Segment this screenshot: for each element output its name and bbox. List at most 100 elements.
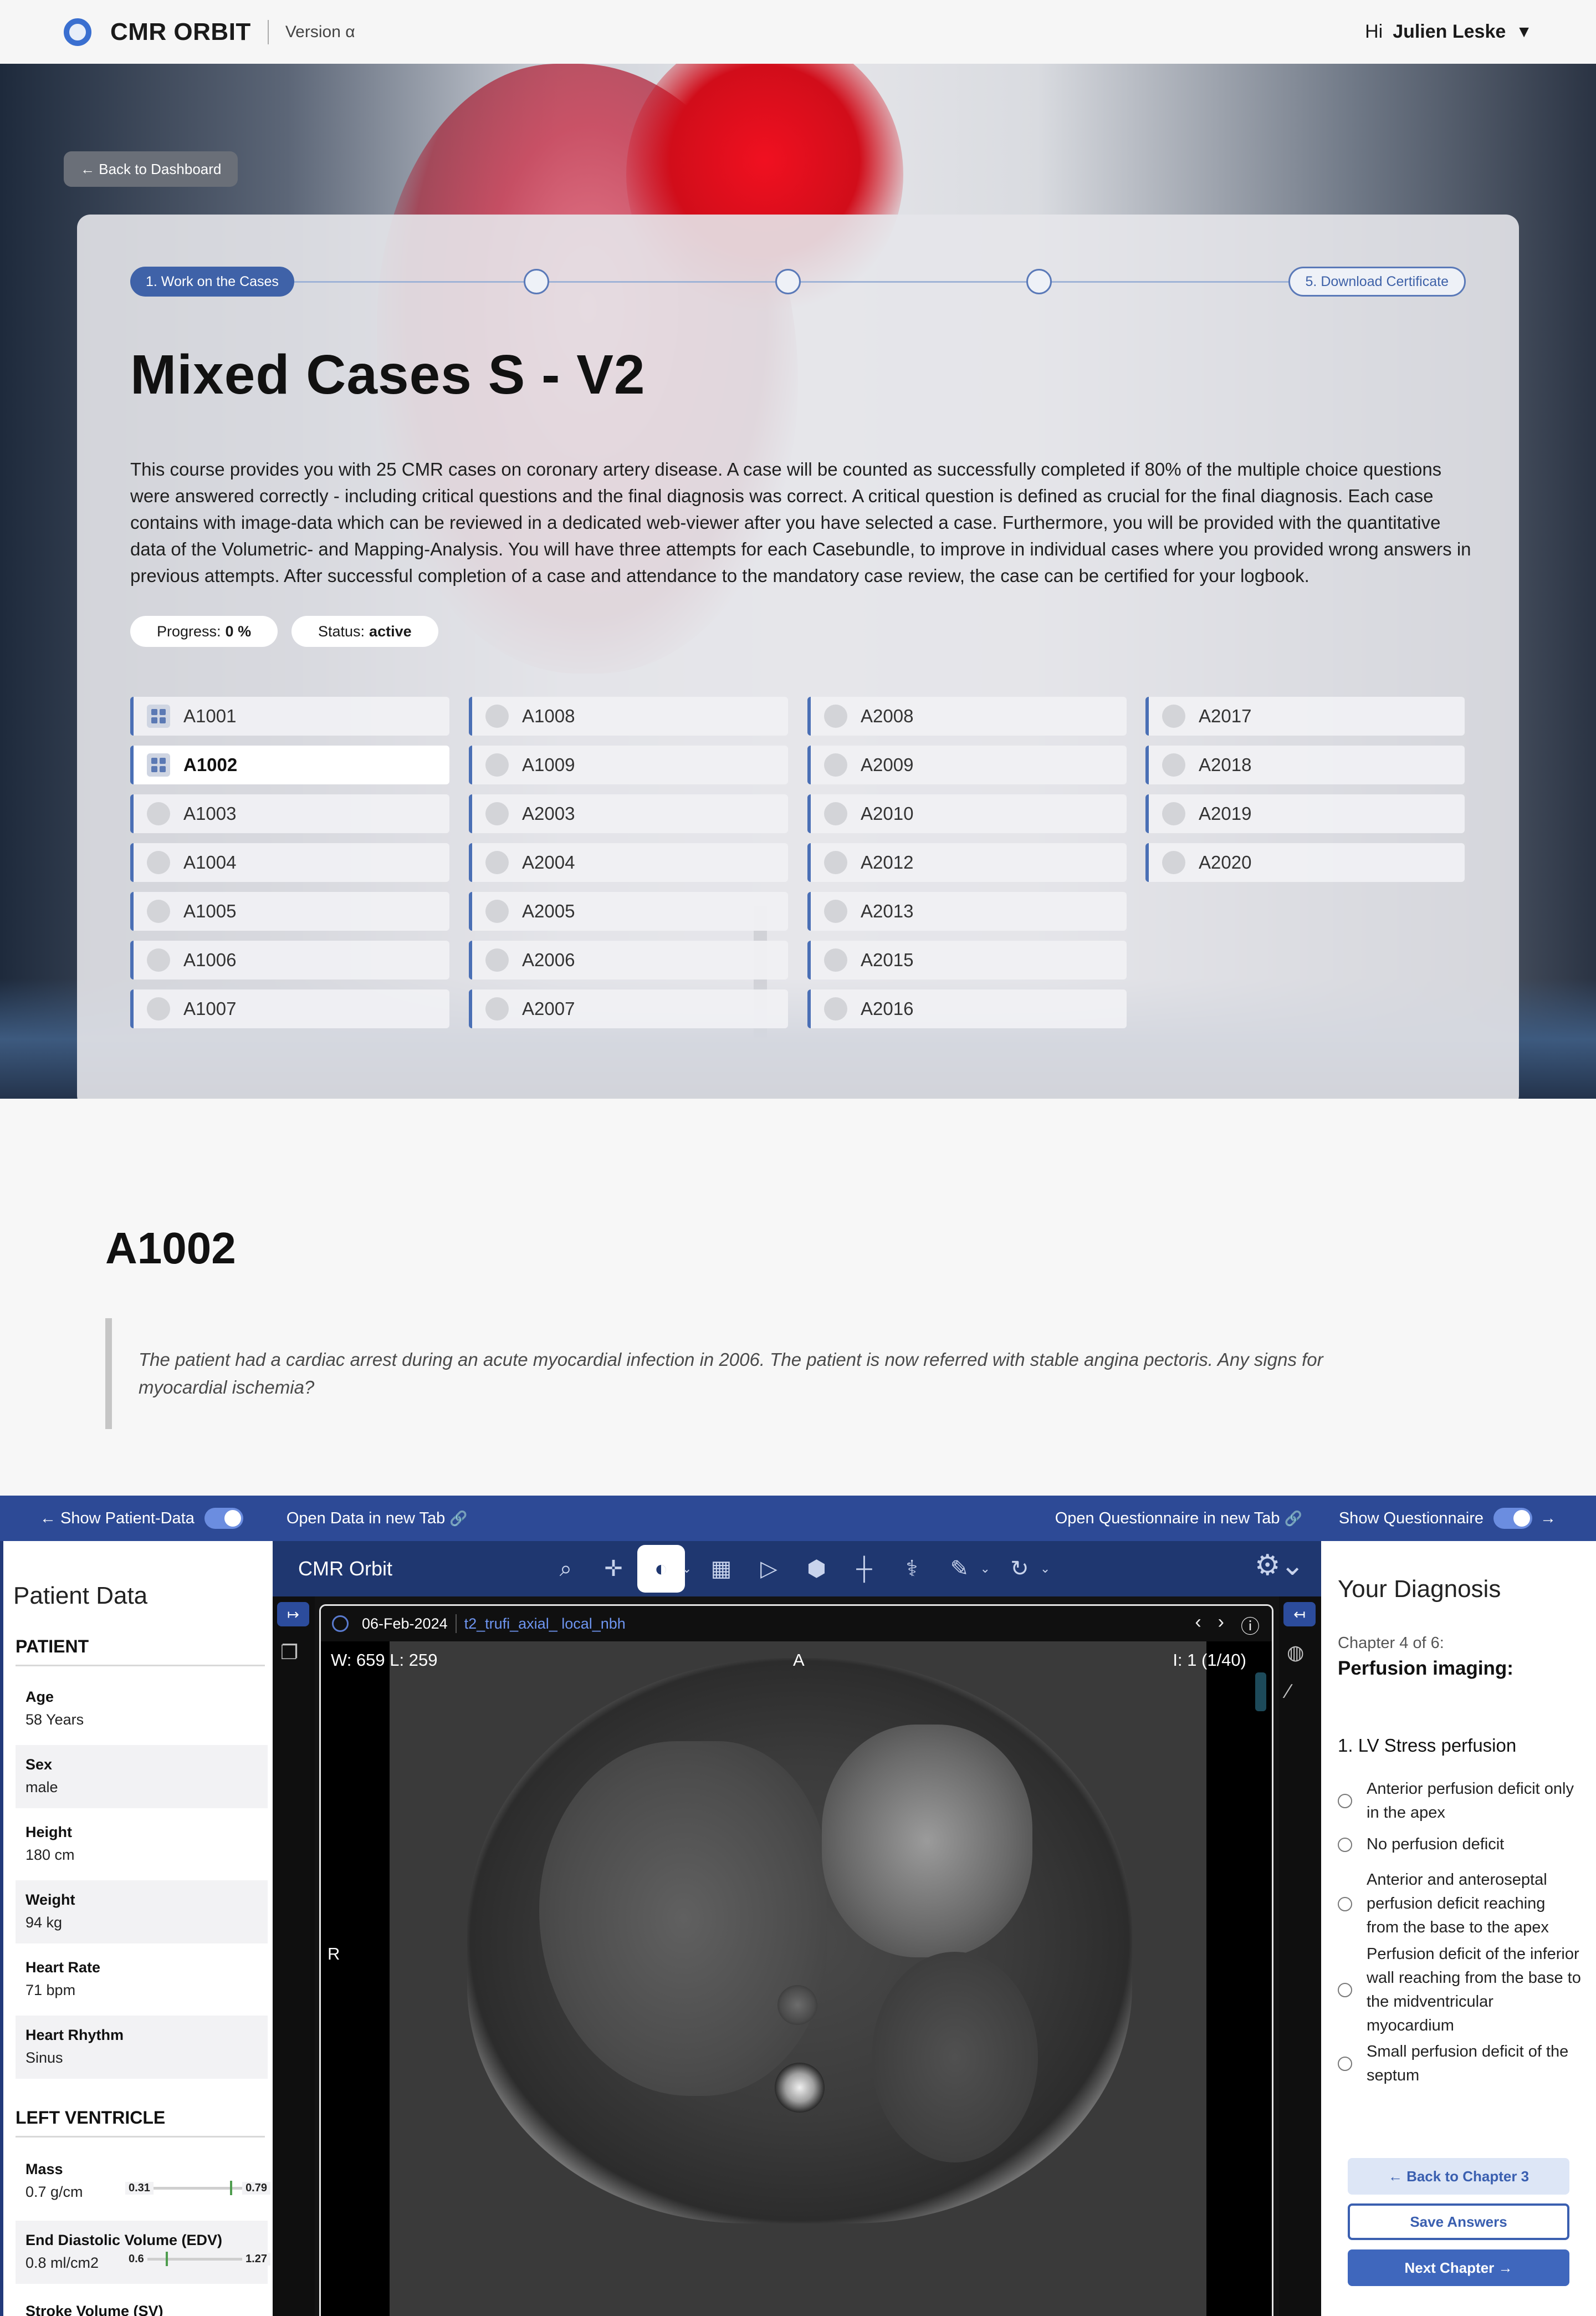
radio-button[interactable]: [1338, 2057, 1352, 2071]
rotate-icon[interactable]: ↻: [996, 1545, 1043, 1593]
case-item[interactable]: A1001: [130, 697, 449, 736]
case-item[interactable]: A1004: [130, 843, 449, 882]
caret-down-icon[interactable]: ▼: [1516, 23, 1532, 42]
step-4-dot[interactable]: [1026, 269, 1052, 294]
segmentation-icon[interactable]: ◍: [1287, 1641, 1304, 1664]
chevron-down-icon[interactable]: ⌄: [980, 1562, 990, 1576]
crosshair-icon[interactable]: ┼: [840, 1545, 888, 1593]
step-3-dot[interactable]: [775, 269, 801, 294]
chevron-right-icon[interactable]: ›: [1218, 1611, 1224, 1639]
case-item[interactable]: A2019: [1145, 794, 1465, 833]
step-2-dot[interactable]: [524, 269, 549, 294]
case-item[interactable]: A2010: [807, 794, 1127, 833]
open-questionnaire-tab-label[interactable]: Open Questionnaire in new Tab: [1055, 1509, 1280, 1528]
patient-data-toggle[interactable]: [204, 1508, 243, 1529]
play-icon[interactable]: ▷: [745, 1545, 792, 1593]
back-to-chapter-button[interactable]: ← Back to Chapter 3: [1348, 2158, 1569, 2195]
user-menu[interactable]: Hi Julien Leske ▼: [1365, 0, 1532, 64]
step-5-download-certificate[interactable]: 5. Download Certificate: [1288, 267, 1466, 297]
case-item[interactable]: A2016: [807, 989, 1127, 1028]
chevron-left-icon[interactable]: ‹: [1195, 1611, 1201, 1639]
copy-icon[interactable]: ❐: [280, 1641, 298, 1664]
case-item[interactable]: A1008: [469, 697, 788, 736]
show-questionnaire-toggle-group[interactable]: Show Questionnaire →: [1339, 1508, 1556, 1529]
case-item[interactable]: A2008: [807, 697, 1127, 736]
open-data-tab-link[interactable]: Open Data in new Tab 🔗: [287, 1509, 468, 1528]
status-badge: Status: active: [291, 616, 438, 647]
case-item[interactable]: A1006: [130, 941, 449, 980]
ruler-icon[interactable]: ∕: [1287, 1680, 1290, 1703]
answer-label[interactable]: Perfusion deficit of the inferior wall r…: [1367, 1942, 1582, 2038]
case-status-icon: [824, 997, 847, 1021]
step-1-work-on-cases[interactable]: 1. Work on the Cases: [130, 267, 294, 297]
save-answers-button[interactable]: Save Answers: [1348, 2203, 1569, 2240]
expand-right-panel-icon[interactable]: ↤: [1283, 1602, 1316, 1626]
open-questionnaire-tab-link[interactable]: Open Questionnaire in new Tab 🔗: [1055, 1509, 1302, 1528]
case-item[interactable]: A2013: [807, 892, 1127, 931]
measure-icon[interactable]: ✎: [935, 1545, 983, 1593]
answer-option[interactable]: No perfusion deficit: [1338, 1833, 1582, 1856]
row-value: 58 Years: [25, 1711, 84, 1728]
answer-option[interactable]: Anterior perfusion deficit only in the a…: [1338, 1777, 1582, 1825]
expand-left-panel-icon[interactable]: ↦: [277, 1602, 309, 1626]
show-patient-data-toggle-group[interactable]: ← Show Patient-Data: [40, 1508, 243, 1529]
next-chapter-button[interactable]: Next Chapter →: [1348, 2249, 1569, 2286]
radio-button[interactable]: [1338, 1983, 1352, 1997]
brand-name[interactable]: CMR ORBIT: [110, 18, 251, 46]
case-item[interactable]: A1003: [130, 794, 449, 833]
course-card: 1. Work on the Cases 5. Download Certifi…: [77, 215, 1519, 1099]
contrast-icon[interactable]: ◐: [637, 1545, 685, 1593]
range-low: 0.31: [125, 2181, 154, 2195]
case-item[interactable]: A2018: [1145, 746, 1465, 784]
answer-label[interactable]: Anterior perfusion deficit only in the a…: [1367, 1777, 1582, 1825]
case-item[interactable]: A2006: [469, 941, 788, 980]
radio-button[interactable]: [1338, 1794, 1352, 1808]
case-item[interactable]: A2015: [807, 941, 1127, 980]
slice-scrollbar[interactable]: [1255, 1672, 1266, 1711]
case-status-icon: [147, 851, 170, 874]
chevron-down-icon[interactable]: ⌄: [1040, 1562, 1050, 1576]
user-name[interactable]: Julien Leske: [1393, 21, 1506, 43]
search-icon[interactable]: ⌕: [542, 1545, 590, 1593]
case-item[interactable]: A1002: [130, 746, 449, 784]
radio-button[interactable]: [1338, 1896, 1352, 1911]
case-item[interactable]: A2012: [807, 843, 1127, 882]
viewport[interactable]: 06-Feb-2024 t2_trufi_axial_ local_nbh ‹ …: [319, 1604, 1273, 2316]
hero-section: ← Back to Dashboard 1. Work on the Cases…: [0, 64, 1596, 1099]
sync-icon[interactable]: [332, 1615, 349, 1632]
layout-icon[interactable]: ▦: [697, 1545, 745, 1593]
open-data-tab-label[interactable]: Open Data in new Tab: [287, 1509, 445, 1528]
show-patient-data-label[interactable]: ← Show Patient-Data: [40, 1509, 195, 1528]
answer-label[interactable]: Small perfusion deficit of the septum: [1367, 2040, 1582, 2088]
radio-button[interactable]: [1338, 1837, 1352, 1852]
case-item[interactable]: A1009: [469, 746, 788, 784]
viewport-header: 06-Feb-2024 t2_trufi_axial_ local_nbh ‹ …: [321, 1606, 1272, 1641]
probe-icon[interactable]: ⚕: [888, 1545, 935, 1593]
settings-icon[interactable]: ⚙⌄: [1255, 1549, 1305, 1582]
answer-option[interactable]: Perfusion deficit of the inferior wall r…: [1338, 1942, 1582, 2038]
answer-label[interactable]: Anterior and anteroseptal perfusion defi…: [1367, 1868, 1582, 1940]
case-item[interactable]: A2003: [469, 794, 788, 833]
case-item[interactable]: A1005: [130, 892, 449, 931]
series-name[interactable]: t2_trufi_axial_ local_nbh: [464, 1615, 626, 1633]
case-item[interactable]: A2007: [469, 989, 788, 1028]
mri-image[interactable]: [390, 1641, 1206, 2316]
case-item[interactable]: A2017: [1145, 697, 1465, 736]
status-label: Status:: [318, 623, 365, 640]
case-item[interactable]: A2005: [469, 892, 788, 931]
back-to-dashboard-button[interactable]: ← Back to Dashboard: [64, 151, 238, 187]
questionnaire-toggle[interactable]: [1493, 1508, 1532, 1529]
case-item[interactable]: A1007: [130, 989, 449, 1028]
case-item[interactable]: A2004: [469, 843, 788, 882]
case-item[interactable]: A2009: [807, 746, 1127, 784]
answer-label[interactable]: No perfusion deficit: [1367, 1833, 1504, 1856]
pan-icon[interactable]: ✛: [590, 1545, 637, 1593]
chevron-down-icon[interactable]: ⌄: [682, 1562, 692, 1576]
answer-option[interactable]: Anterior and anteroseptal perfusion defi…: [1338, 1868, 1582, 1940]
answer-option[interactable]: Small perfusion deficit of the septum: [1338, 2040, 1582, 2088]
show-questionnaire-label[interactable]: Show Questionnaire: [1339, 1509, 1484, 1528]
info-icon[interactable]: ⓘ: [1241, 1611, 1260, 1639]
logo-icon[interactable]: [64, 18, 91, 46]
case-item[interactable]: A2020: [1145, 843, 1465, 882]
cube-icon[interactable]: ⬢: [792, 1545, 840, 1593]
